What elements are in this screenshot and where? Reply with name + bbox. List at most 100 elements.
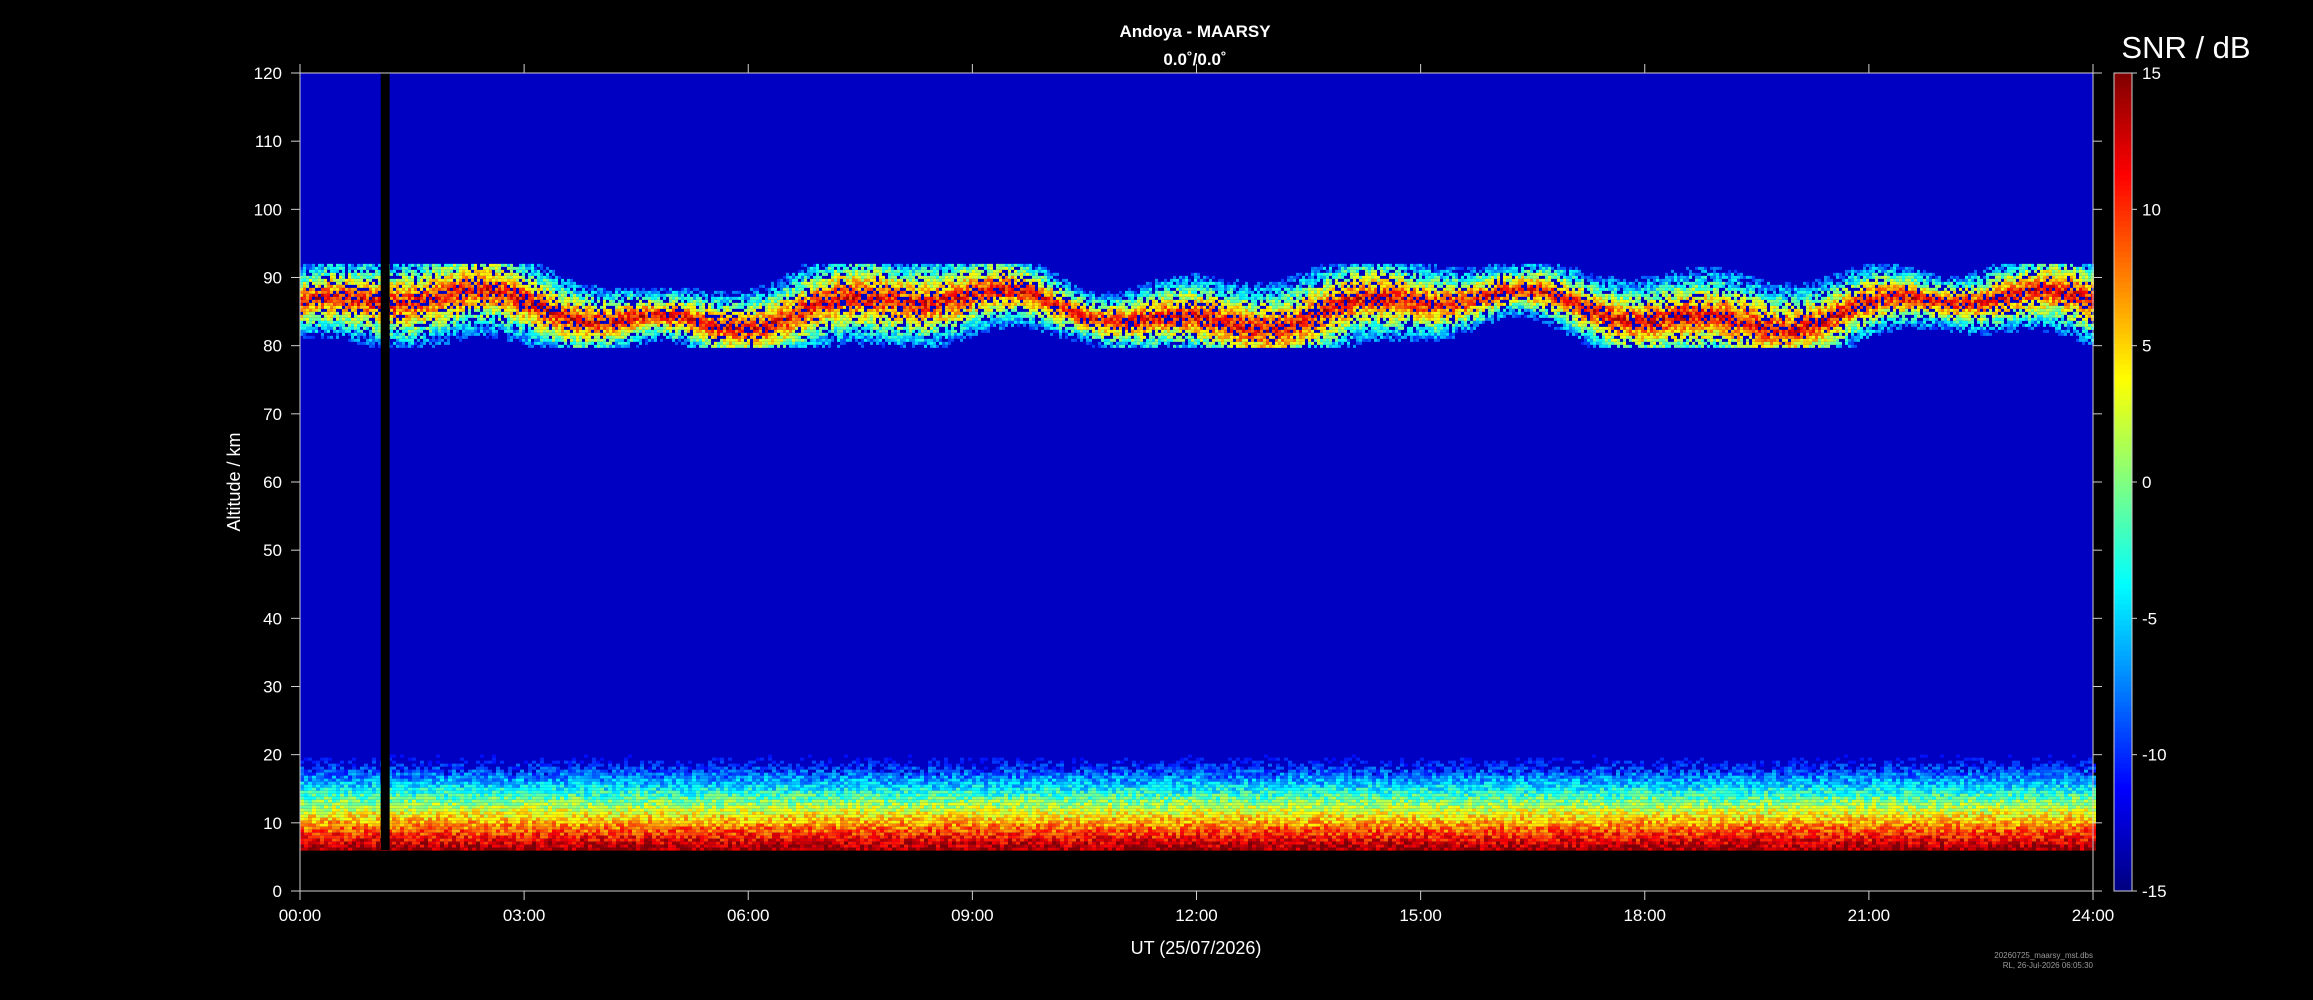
meso-echo-cell [618, 339, 621, 342]
meso-echo-cell [615, 333, 618, 336]
meso-echo-cell [672, 336, 675, 339]
meso-echo-cell [753, 294, 756, 297]
meso-echo-cell [303, 270, 306, 273]
meso-echo-cell [804, 318, 807, 321]
meso-echo-cell [975, 270, 978, 273]
meso-echo-cell [867, 300, 870, 303]
meso-echo-cell [939, 303, 942, 306]
meso-echo-cell [576, 297, 579, 300]
meso-echo-cell [702, 318, 705, 321]
meso-echo-cell [357, 264, 360, 267]
meso-echo-cell [573, 315, 576, 318]
meso-echo-cell [354, 303, 357, 306]
meso-echo-cell [996, 285, 999, 288]
meso-echo-cell [399, 303, 402, 306]
meso-echo-cell [891, 333, 894, 336]
meso-echo-cell [810, 288, 813, 291]
meso-echo-cell [321, 270, 324, 273]
meso-echo-cell [339, 294, 342, 297]
meso-echo-cell [750, 321, 753, 324]
meso-echo-cell [1008, 282, 1011, 285]
meso-echo-cell [420, 288, 423, 291]
meso-echo-cell [831, 318, 834, 321]
meso-echo-cell [792, 339, 795, 342]
meso-echo-cell [333, 276, 336, 279]
meso-echo-cell [768, 312, 771, 315]
meso-echo-cell [906, 270, 909, 273]
meso-echo-cell [858, 333, 861, 336]
meso-echo-cell [792, 315, 795, 318]
meso-echo-cell [699, 321, 702, 324]
meso-echo-cell [816, 330, 819, 333]
meso-echo-cell [498, 264, 501, 267]
meso-echo-cell [435, 324, 438, 327]
meso-echo-cell [309, 291, 312, 294]
meso-echo-cell [831, 273, 834, 276]
meso-echo-cell [1014, 306, 1017, 309]
meso-echo-cell [408, 333, 411, 336]
meso-echo-cell [762, 342, 765, 345]
meso-echo-cell [813, 315, 816, 318]
meso-echo-cell [963, 276, 966, 279]
meso-echo-cell [837, 318, 840, 321]
meso-echo-cell [762, 321, 765, 324]
meso-echo-cell [561, 333, 564, 336]
meso-echo-cell [894, 339, 897, 342]
meso-echo-cell [546, 288, 549, 291]
meso-echo-cell [402, 321, 405, 324]
meso-echo-cell [597, 294, 600, 297]
meso-echo-cell [327, 297, 330, 300]
meso-echo-cell [807, 270, 810, 273]
meso-echo-cell [693, 336, 696, 339]
meso-echo-cell [330, 297, 333, 300]
meso-echo-cell [465, 324, 468, 327]
meso-echo-cell [1074, 297, 1077, 300]
meso-echo-cell [870, 276, 873, 279]
meso-echo-cell [783, 315, 786, 318]
meso-echo-cell [912, 291, 915, 294]
meso-echo-cell [540, 321, 543, 324]
meso-echo-cell [507, 306, 510, 309]
meso-echo-cell [336, 318, 339, 321]
meso-echo-cell [636, 291, 639, 294]
meso-echo-cell [894, 321, 897, 324]
meso-echo-cell [1038, 291, 1041, 294]
meso-echo-cell [720, 297, 723, 300]
meso-echo-cell [744, 345, 747, 348]
meso-echo-cell [309, 297, 312, 300]
meso-echo-cell [588, 327, 591, 330]
meso-echo-cell [348, 306, 351, 309]
meso-echo-cell [603, 327, 606, 330]
meso-echo-cell [549, 321, 552, 324]
meso-echo-cell [312, 279, 315, 282]
meso-echo-cell [702, 336, 705, 339]
meso-echo-cell [405, 315, 408, 318]
meso-echo-cell [825, 282, 828, 285]
meso-echo-cell [564, 288, 567, 291]
meso-echo-cell [366, 324, 369, 327]
meso-echo-cell [534, 288, 537, 291]
meso-echo-cell [843, 333, 846, 336]
meso-echo-cell [510, 312, 513, 315]
meso-echo-cell [927, 294, 930, 297]
meso-echo-cell [621, 336, 624, 339]
meso-echo-cell [891, 273, 894, 276]
meso-echo-cell [936, 273, 939, 276]
meso-echo-cell [360, 324, 363, 327]
meso-echo-cell [570, 336, 573, 339]
meso-echo-cell [363, 297, 366, 300]
meso-echo-cell [933, 336, 936, 339]
meso-echo-cell [846, 303, 849, 306]
meso-echo-cell [324, 285, 327, 288]
meso-echo-cell [780, 315, 783, 318]
meso-echo-cell [351, 267, 354, 270]
meso-echo-cell [489, 309, 492, 312]
meso-echo-cell [1059, 324, 1062, 327]
meso-echo-cell [336, 336, 339, 339]
meso-echo-cell [597, 324, 600, 327]
meso-echo-cell [948, 300, 951, 303]
meso-echo-cell [324, 288, 327, 291]
meso-echo-cell [348, 294, 351, 297]
meso-echo-cell [936, 339, 939, 342]
chart-subtitle: 0.0˚/0.0˚ [1163, 50, 1226, 69]
